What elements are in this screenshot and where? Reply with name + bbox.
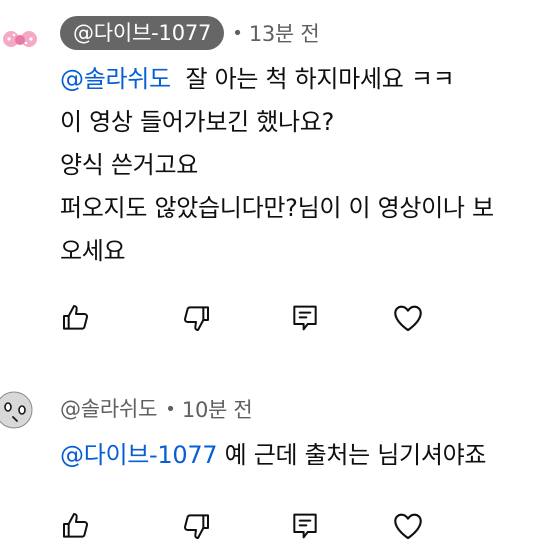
comment-line-2: 이 영상 들어가보긴 했나요? <box>60 108 335 136</box>
comment-actions <box>60 506 560 546</box>
separator-dot: • <box>165 398 176 420</box>
comment-line-5: 오세요 <box>60 237 126 265</box>
comment-meta: @다이브-1077 • 13분 전 <box>60 16 320 50</box>
avatar[interactable] <box>0 390 40 430</box>
thumbs-up-icon <box>63 305 89 330</box>
dislike-button[interactable] <box>176 506 216 546</box>
heart-button[interactable] <box>388 298 428 338</box>
hello-kitty-bow-avatar <box>3 31 37 47</box>
dislike-button[interactable] <box>176 298 216 338</box>
separator-dot: • <box>232 22 243 44</box>
avatar[interactable] <box>0 14 40 54</box>
reply-comment-icon <box>293 513 317 539</box>
comment-timestamp[interactable]: 10분 전 <box>182 394 253 424</box>
comment-line-4: 퍼오지도 않았습니다만?님이 이 영상이나 보 <box>60 194 494 222</box>
comment-meta: @솔라쉬도 • 10분 전 <box>60 394 253 424</box>
mention-link[interactable]: @솔라쉬도 <box>60 65 171 93</box>
comment-line-1: @솔라쉬도 잘 아는 척 하지마세요 ㅋㅋ <box>60 58 494 101</box>
heart-icon <box>394 305 422 332</box>
reply-button[interactable] <box>285 298 325 338</box>
comment-line-3: 양식 쓴거고요 <box>60 151 199 179</box>
thumbs-down-icon <box>183 306 209 331</box>
heart-icon <box>394 513 422 540</box>
comment-body: @솔라쉬도 잘 아는 척 하지마세요 ㅋㅋ 이 영상 들어가보긴 했나요? 양식… <box>60 58 494 273</box>
author-handle[interactable]: @솔라쉬도 <box>60 394 157 424</box>
reply-comment-icon <box>293 305 317 331</box>
comment-text: 잘 아는 척 하지마세요 ㅋㅋ <box>170 65 455 93</box>
author-handle[interactable]: @다이브-1077 <box>60 16 225 50</box>
comment-timestamp[interactable]: 13분 전 <box>249 18 320 48</box>
comment-line-1: @다이브-1077 예 근데 출처는 님기셔야죠 <box>60 434 486 477</box>
heart-button[interactable] <box>388 506 428 546</box>
mention-link[interactable]: @다이브-1077 <box>60 441 218 469</box>
thumbs-down-icon <box>183 514 209 539</box>
comment-actions <box>60 298 560 338</box>
like-button[interactable] <box>56 506 96 546</box>
comment-text: 예 근데 출처는 님기셔야죠 <box>217 441 487 469</box>
thumbs-up-icon <box>63 513 89 538</box>
reply-button[interactable] <box>285 506 325 546</box>
comment-body: @다이브-1077 예 근데 출처는 님기셔야죠 <box>60 434 486 477</box>
like-button[interactable] <box>56 298 96 338</box>
cartoon-face-avatar <box>0 391 33 429</box>
comment-2: @솔라쉬도 • 10분 전 @다이브-1077 예 근데 출처는 님기셔야죠 <box>0 370 560 560</box>
comment-1: @다이브-1077 • 13분 전 @솔라쉬도 잘 아는 척 하지마세요 ㅋㅋ … <box>0 0 560 360</box>
